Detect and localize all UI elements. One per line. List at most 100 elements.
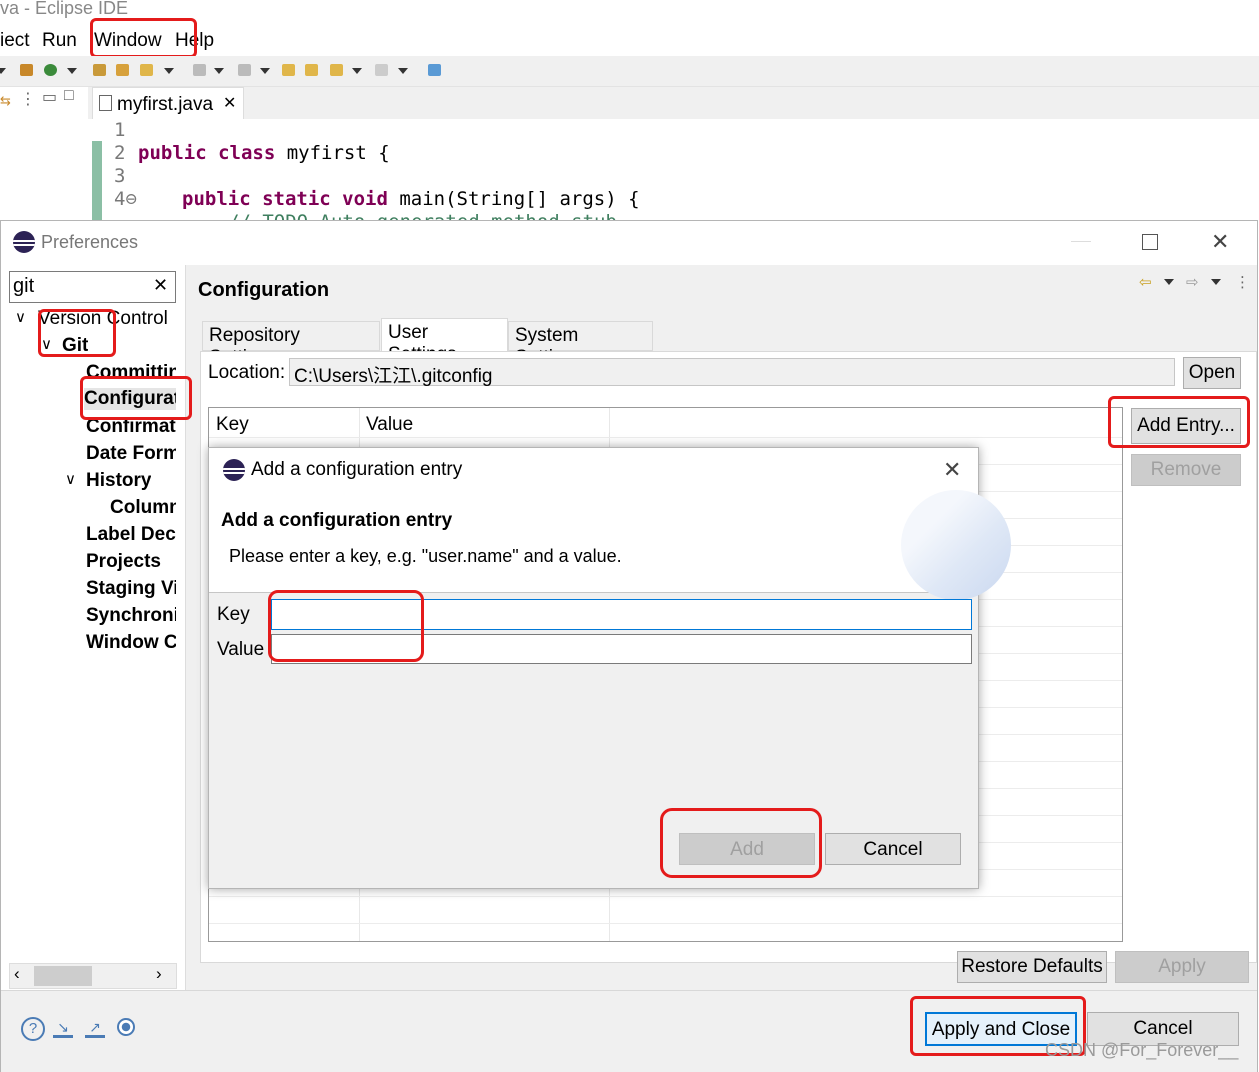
add-dialog-heading: Add a configuration entry (221, 510, 453, 531)
code-line: public class myfirst { (138, 142, 390, 164)
perspective-icon[interactable] (428, 64, 441, 76)
page-title: Configuration (198, 279, 330, 301)
watermark: CSDN @For_Forever__ (1045, 1040, 1239, 1060)
eclipse-logo-icon (13, 231, 35, 253)
location-value: C:\Users\江江\.gitconfig (294, 366, 493, 387)
annotation-key-value-fields (268, 590, 424, 662)
run-dropdown-icon[interactable] (67, 68, 77, 74)
add-dialog-title: Add a configuration entry (251, 459, 463, 480)
wand-dropdown-icon[interactable] (164, 68, 174, 74)
key-label: Key (217, 604, 250, 625)
chevron-down-icon[interactable]: ∨ (15, 308, 26, 326)
line-number: 2 (114, 142, 126, 164)
main-toolbar (0, 56, 1259, 87)
minimize-icon[interactable]: ▭ (42, 87, 57, 107)
close-icon[interactable]: ✕ (1211, 229, 1229, 255)
tree-item-history[interactable]: History (86, 470, 151, 492)
back-icon[interactable] (330, 64, 343, 76)
view-menu-icon[interactable]: ⋮ (1235, 273, 1250, 291)
editor-tab-myfirst[interactable]: myfirst.java ✕ (92, 87, 244, 120)
table-row[interactable] (209, 923, 1122, 924)
add-dialog-cancel-button[interactable]: Cancel (825, 833, 961, 865)
forward-dropdown-icon[interactable] (1211, 279, 1221, 285)
back-dropdown-icon[interactable] (1164, 279, 1174, 285)
clear-filter-icon[interactable]: ✕ (153, 275, 168, 296)
table-row[interactable] (209, 896, 1122, 897)
editor-tab-label: myfirst.java (117, 94, 214, 115)
tab-system-settings[interactable]: System Settings (508, 321, 653, 368)
forward-dropdown-icon[interactable] (398, 68, 408, 74)
open-button[interactable]: Open (1183, 357, 1241, 389)
forward-arrow-icon[interactable]: ⇨ (1186, 273, 1199, 291)
scroll-left-icon[interactable]: ‹ (14, 964, 20, 984)
next-annotation-icon[interactable] (193, 64, 206, 76)
wizard-banner-icon (901, 490, 1011, 600)
chevron-down-icon[interactable]: ∨ (65, 470, 76, 488)
tree-item-synchronize[interactable]: Synchronize (86, 605, 176, 627)
code-line: public static void main(String[] args) { (182, 188, 640, 210)
minimize-icon[interactable] (1071, 241, 1091, 242)
forward-icon[interactable] (375, 64, 388, 76)
forward-edit-icon[interactable] (305, 64, 318, 76)
add-entry-dialog: Add a configuration entry ✕ Add a config… (208, 447, 1011, 889)
column-header-key[interactable]: Key (216, 414, 249, 436)
preferences-title: Preferences (41, 232, 139, 252)
import-icon[interactable]: ↘ (53, 1019, 73, 1038)
package-explorer-stub: ⇆ ⋮ ▭ □ (0, 87, 89, 220)
back-dropdown-icon[interactable] (352, 68, 362, 74)
help-icon[interactable]: ? (21, 1017, 45, 1041)
package-icon[interactable] (20, 64, 33, 76)
export-icon[interactable]: ↗ (85, 1019, 105, 1038)
scroll-right-icon[interactable]: › (156, 964, 162, 984)
table-row[interactable] (209, 437, 1122, 438)
remove-button[interactable]: Remove (1131, 454, 1241, 486)
open-type-icon[interactable] (93, 64, 106, 76)
add-dialog-message: Please enter a key, e.g. "user.name" and… (229, 546, 622, 566)
change-ruler (92, 141, 102, 220)
filter-text: git (13, 275, 35, 297)
wand-icon[interactable] (140, 64, 153, 76)
apply-button[interactable]: Apply (1115, 951, 1249, 983)
location-field[interactable]: C:\Users\江江\.gitconfig (289, 358, 1175, 387)
prev-annotation-dropdown-icon[interactable] (260, 68, 270, 74)
last-edit-icon[interactable] (282, 64, 295, 76)
tree-item-window-cache[interactable]: Window Cache (86, 632, 176, 654)
restore-defaults-button[interactable]: Restore Defaults (957, 951, 1107, 983)
tree-item-projects[interactable]: Projects (86, 551, 161, 573)
annotation-add-entry (1108, 396, 1250, 448)
tree-item-date-format[interactable]: Date Format (86, 443, 176, 465)
menu-run[interactable]: Run (42, 30, 77, 52)
open-folder-icon[interactable] (116, 64, 129, 76)
tab-repository-settings[interactable]: Repository Settings (202, 321, 380, 368)
value-label: Value (217, 639, 265, 660)
tree-item-columns[interactable]: Columns (110, 497, 176, 519)
view-menu-icon[interactable]: ⋮ (20, 89, 36, 109)
code-text: main(String[] args) { (387, 188, 640, 210)
code-keyword: public static void (182, 188, 388, 210)
maximize-icon[interactable] (1142, 234, 1158, 250)
tab-user-settings[interactable]: User Settings (381, 318, 508, 365)
tree-item-staging-view[interactable]: Staging View (86, 578, 176, 600)
oomph-icon[interactable] (117, 1018, 135, 1036)
prev-annotation-icon[interactable] (238, 64, 251, 76)
run-icon[interactable] (44, 64, 57, 76)
back-arrow-icon[interactable]: ⇦ (1139, 273, 1152, 291)
line-number: 4⊖ (114, 188, 137, 210)
annotation-add-button (660, 808, 822, 878)
location-label: Location: (208, 362, 286, 383)
code-editor[interactable]: 1 2 public class myfirst { 3 4⊖ public s… (88, 119, 1259, 233)
line-number: 1 (114, 119, 126, 141)
annotation-configuration (80, 376, 192, 420)
scrollbar-thumb[interactable] (34, 966, 92, 986)
maximize-icon[interactable]: □ (64, 87, 74, 105)
close-tab-icon[interactable]: ✕ (223, 93, 236, 113)
filter-input[interactable]: git ✕ (9, 271, 176, 303)
tree-item-label-decorations[interactable]: Label Decorations (86, 524, 176, 546)
close-icon[interactable]: ✕ (943, 457, 961, 483)
collapse-icon[interactable]: ⇆ (0, 93, 11, 109)
dropdown-arrow-icon[interactable] (0, 68, 6, 74)
column-header-value[interactable]: Value (366, 414, 413, 436)
tree-horizontal-scrollbar[interactable]: ‹ › (9, 963, 177, 989)
next-annotation-dropdown-icon[interactable] (214, 68, 224, 74)
menu-project[interactable]: iect (0, 30, 30, 52)
